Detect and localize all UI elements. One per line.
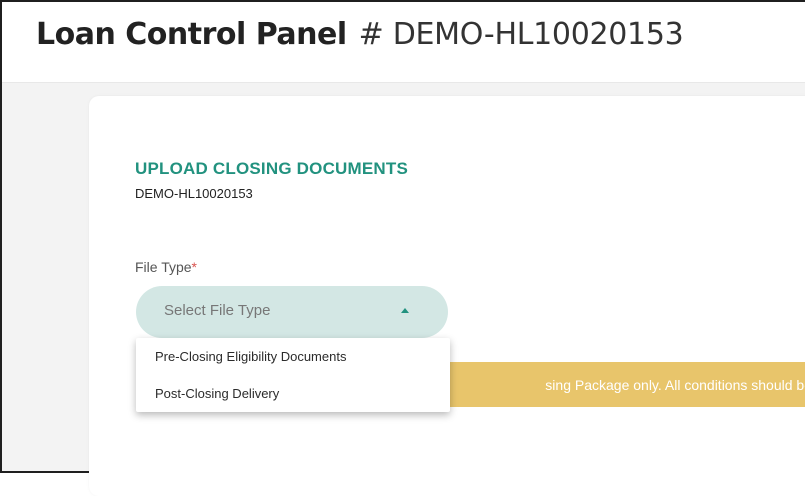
section-title: UPLOAD CLOSING DOCUMENTS bbox=[135, 159, 409, 178]
loan-number: # DEMO-HL10020153 bbox=[358, 17, 684, 52]
page-header: Loan Control Panel # DEMO-HL10020153 bbox=[2, 2, 805, 83]
notice-text: sing Package only. All conditions should… bbox=[545, 377, 805, 393]
file-type-select[interactable]: Select File Type bbox=[136, 286, 448, 338]
section-loan-id: DEMO-HL10020153 bbox=[135, 186, 253, 201]
file-type-label-text: File Type bbox=[135, 259, 192, 275]
page-title: Loan Control Panel # DEMO-HL10020153 bbox=[36, 15, 684, 55]
caret-up-icon bbox=[401, 308, 409, 313]
page-title-text: Loan Control Panel bbox=[36, 17, 347, 52]
file-type-placeholder: Select File Type bbox=[164, 302, 271, 319]
option-pre-closing-eligibility[interactable]: Pre-Closing Eligibility Documents bbox=[155, 349, 346, 364]
file-type-dropdown: Pre-Closing Eligibility Documents Post-C… bbox=[136, 338, 450, 412]
file-type-label: File Type* bbox=[135, 259, 197, 275]
option-post-closing-delivery[interactable]: Post-Closing Delivery bbox=[155, 386, 279, 401]
required-marker: * bbox=[191, 259, 197, 275]
